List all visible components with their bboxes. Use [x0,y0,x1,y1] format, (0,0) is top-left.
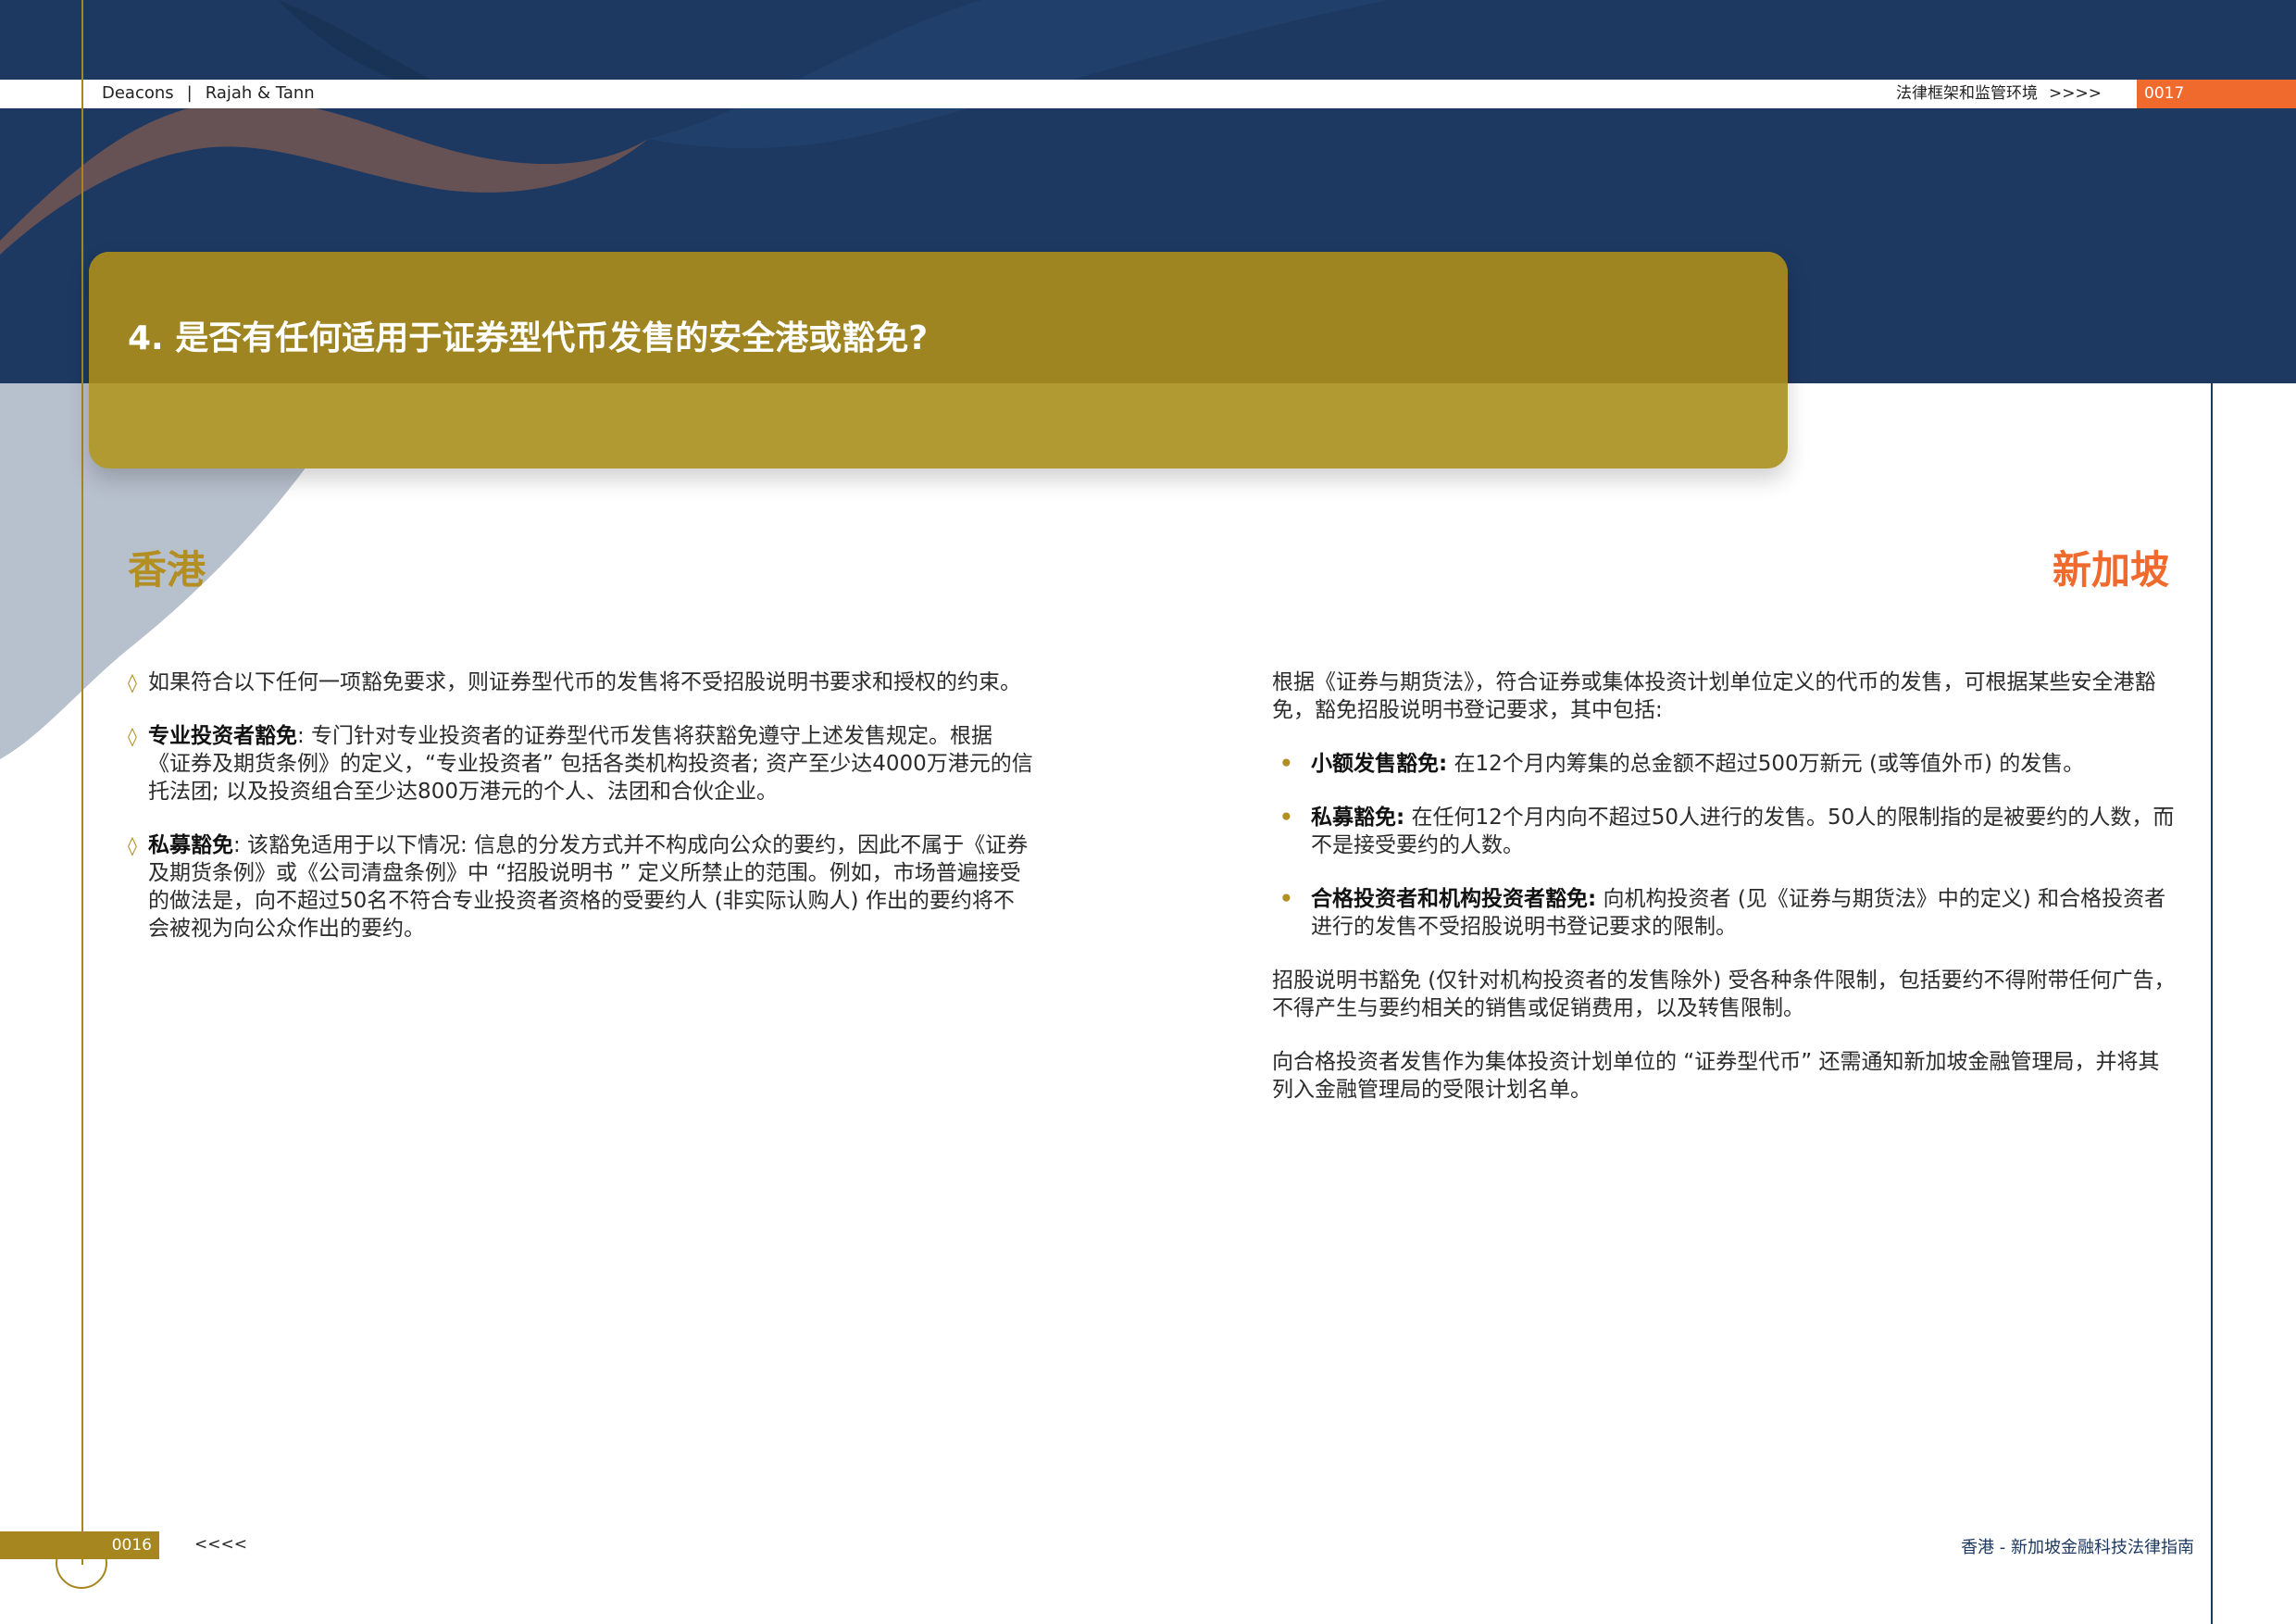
header-brand: Deacons | Rajah & Tann [102,83,315,104]
sg-item-bold-label: 小额发售豁免: [1311,752,1448,776]
sg-intro: 根据《证券与期货法》，符合证券或集体投资计划单位定义的代币的发售，可根据某些安全… [1272,670,2156,722]
sg-item-bold-label: 合格投资者和机构投资者豁免: [1311,887,1597,911]
hk-item-private-placement: ◊ 私募豁免: 该豁免适用于以下情况: 信息的分发方式并不构成向公众的要约，因此… [128,831,1035,943]
sg-item-accredited-institutional: • 合格投资者和机构投资者豁免: 向机构投资者 (见《证券与期货法》中的定义) … [1272,885,2179,941]
hk-item-text: : 该豁免适用于以下情况: 信息的分发方式并不构成向公众的要约，因此不属于《证券… [148,833,1029,941]
hk-item-bold-label: 专业投资者豁免 [148,724,297,748]
sg-conditions-paragraph: 招股说明书豁免 (仅针对机构投资者的发售除外) 受各种条件限制，包括要约不得附带… [1272,968,2176,1020]
hk-item-text: 如果符合以下任何一项豁免要求，则证券型代币的发售将不受招股说明书要求和授权的约束… [148,670,1021,694]
hong-kong-column: ◊ 如果符合以下任何一项豁免要求，则证券型代币的发售将不受招股说明书要求和授权的… [128,668,1035,968]
brand-separator: | [186,83,193,103]
section-title: 法律框架和监管环境 [1896,84,2039,103]
heading-hong-kong: 香港 [128,547,206,593]
hk-item-general: ◊ 如果符合以下任何一项豁免要求，则证券型代币的发售将不受招股说明书要求和授权的… [128,668,1035,696]
heading-singapore: 新加坡 [2052,547,2169,593]
hk-item-professional-investor: ◊ 专业投资者豁免: 专门针对专业投资者的证券型代币发售将获豁免遵守上述发售规定… [128,722,1035,806]
sg-notification-paragraph: 向合格投资者发售作为集体投资计划单位的 “证券型代币” 还需通知新加坡金融管理局… [1272,1050,2160,1102]
singapore-column: 根据《证券与期货法》，符合证券或集体投资计划单位定义的代币的发售，可根据某些安全… [1272,668,2179,1130]
diamond-bullet-icon: ◊ [128,834,137,856]
footer-circle-ornament [56,1537,107,1589]
prev-arrows[interactable]: <<<< [194,1535,247,1554]
page-number-right: 0017 [2137,80,2296,108]
guide-title: 香港 - 新加坡金融科技法律指南 [1961,1538,2194,1557]
sg-item-bold-label: 私募豁免: [1311,806,1405,830]
dot-bullet-icon: • [1279,887,1293,911]
question-banner: 4. 是否有任何适用于证券型代币发售的安全港或豁免? [89,252,1788,468]
diamond-bullet-icon: ◊ [128,671,137,693]
next-arrows[interactable]: >>>> [2049,84,2102,103]
sg-item-text: 在任何12个月内向不超过50人进行的发售。50人的限制指的是被要约的人数，而不是… [1311,806,2175,857]
dot-bullet-icon: • [1279,752,1293,776]
sg-item-text: 在12个月内筹集的总金额不超过500万新元 (或等值外币) 的发售。 [1447,752,2085,776]
diamond-bullet-icon: ◊ [128,725,137,747]
brand-deacons: Deacons [102,83,174,103]
sg-item-private-placement: • 私募豁免: 在任何12个月内向不超过50人进行的发售。50人的限制指的是被要… [1272,804,2179,859]
question-title: 4. 是否有任何适用于证券型代币发售的安全港或豁免? [128,319,929,357]
header-section: 法律框架和监管环境 >>>> [1896,83,2102,104]
brand-rajah-tann: Rajah & Tann [205,83,315,103]
left-rule-line [81,0,83,1565]
right-rule-line [2211,383,2213,1624]
dot-bullet-icon: • [1279,806,1293,830]
sg-item-small-offer: • 小额发售豁免: 在12个月内筹集的总金额不超过500万新元 (或等值外币) … [1272,750,2179,778]
hk-item-bold-label: 私募豁免 [148,833,233,857]
